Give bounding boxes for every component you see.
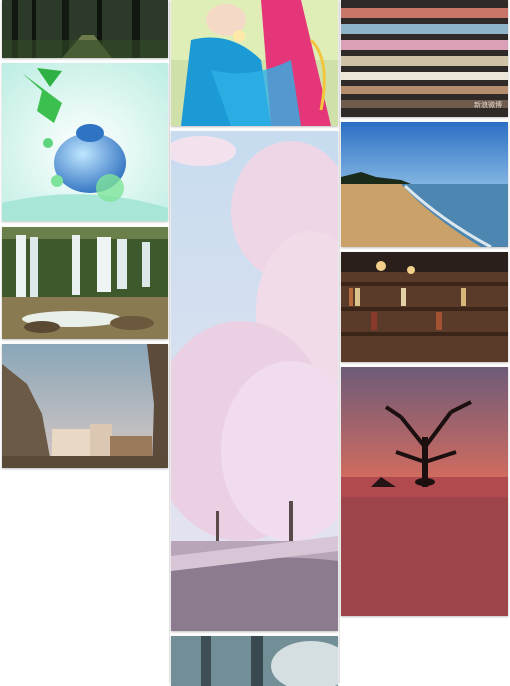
photo-forest-path[interactable] — [2, 0, 168, 58]
gallery-column-2 — [171, 0, 338, 686]
photo-cherry-blossom-path[interactable] — [171, 131, 338, 631]
photo-ribbon-spools[interactable]: 新浪微博 — [341, 0, 508, 117]
photo-sunset-tree[interactable] — [341, 367, 508, 616]
column-divider — [169, 0, 170, 683]
photo-misty-forest[interactable] — [171, 636, 338, 686]
gallery-column-1 — [2, 0, 168, 683]
photo-waterfall[interactable] — [2, 227, 168, 339]
photo-wall: 新浪微博 — [0, 0, 510, 686]
weibo-watermark: 新浪微博 — [474, 101, 502, 109]
gallery-column-3: 新浪微博 — [341, 0, 508, 683]
photo-beach-shore[interactable] — [341, 122, 508, 247]
photo-goddess-illustration[interactable] — [171, 0, 338, 126]
column-divider — [339, 0, 340, 683]
photo-blue-apple-perfume[interactable] — [2, 63, 168, 221]
photo-paris-street[interactable] — [2, 344, 168, 468]
photo-bookshelf-room[interactable] — [341, 252, 508, 362]
